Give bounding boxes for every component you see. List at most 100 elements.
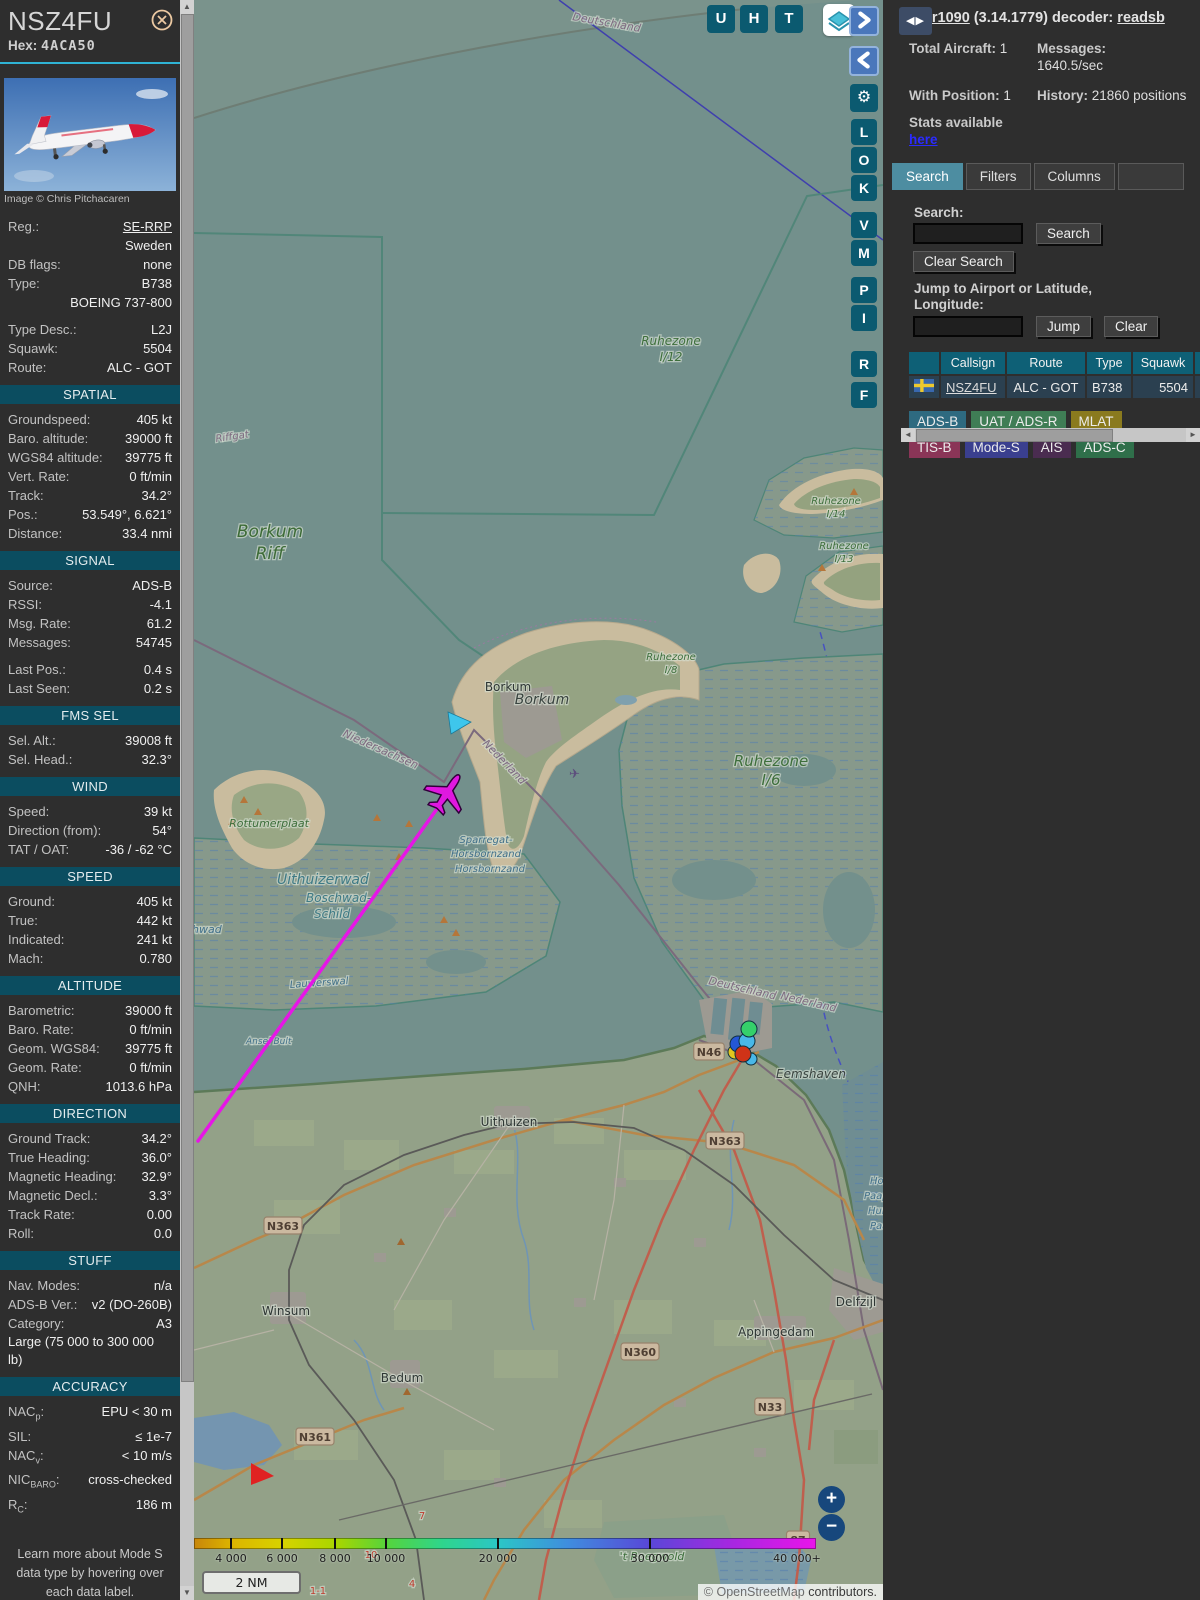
table-cell[interactable]: 5504 [1133,376,1193,398]
section-row: Last Seen: 0.2 s [0,679,180,698]
map-button-f[interactable]: F [851,382,877,408]
map-button-o[interactable]: O [851,147,877,173]
hscroll-thumb[interactable] [916,429,1113,442]
data-label: Sel. Alt.: [8,733,56,748]
table-row[interactable]: NSZ4FU ALC - GOTB738550439000 [909,376,1200,398]
section-header: SIGNAL [0,551,180,570]
stats-here-link[interactable]: here [909,132,938,147]
table-cell[interactable]: ALC - GOT [1007,376,1085,398]
section-row: Last Pos.: 0.4 s [0,660,180,679]
column-header[interactable] [909,352,939,374]
data-value: 0 ft/min [129,1060,172,1075]
column-header[interactable]: Route [1007,352,1085,374]
total-aircraft: Total Aircraft: 1 [909,41,1008,56]
map-canvas[interactable]: ✈ DeutschlandRiffgatBorkumRiffRuhezoneI/… [194,0,883,1600]
close-icon[interactable] [151,9,173,31]
data-value: 39000 ft [125,1003,172,1018]
data-label: RSSI: [8,597,42,612]
legend-altitude-label: 20 000 [478,1552,518,1565]
map-button-k[interactable]: K [851,175,877,201]
data-label: True Heading: [8,1150,90,1165]
registration-link[interactable]: SE-RRP [39,217,172,236]
section-row: Speed: 39 kt [0,802,180,821]
clear-jump-button[interactable]: Clear [1104,316,1159,337]
data-value: 53.549°, 6.621° [82,507,172,522]
map-scale: 2 NM [202,1571,301,1594]
stats-available: Stats available here [909,115,1003,147]
column-header[interactable]: Type [1087,352,1131,374]
zoom-out-button[interactable]: − [818,1514,845,1541]
map-button-p[interactable]: P [851,277,877,303]
map-button-i[interactable]: I [851,305,877,331]
map[interactable]: ✈ Deutschland Riffgat Borkum Riff Ruhezone I/… [194,0,883,1600]
scroll-left-icon[interactable]: ◄ [901,428,915,442]
search-button[interactable]: Search [1036,223,1101,244]
stats-grid: Total Aircraft: 1 Messages: 1640.5/sec Wi… [909,40,1196,104]
data-label: Track Rate: [8,1207,75,1222]
scroll-right-icon[interactable]: ► [1186,428,1200,442]
map-button-v[interactable]: V [851,212,877,238]
jump-label: Jump to Airport or Latitude, Longitude: [914,281,1092,312]
attribution-osm[interactable]: © OpenStreetMap [704,1585,805,1599]
column-header[interactable]: Callsign [941,352,1005,374]
scrollbar-thumb[interactable] [181,14,194,1382]
panel-width-toggle-icon[interactable]: ◀▶ [899,7,932,35]
column-header[interactable]: Squawk [1133,352,1193,374]
map-button-l[interactable]: L [851,119,877,145]
data-label: Baro. Rate: [8,1022,74,1037]
data-value: EPU < 30 m [101,1404,172,1419]
clear-search-button[interactable]: Clear Search [913,251,1014,272]
map-label: chwad [194,923,223,936]
info-label: DB flags: [8,257,61,272]
map-label: Boschwad- [306,891,371,905]
map-toggle-button-t[interactable]: T [775,5,803,33]
table-horizontal-scrollbar[interactable]: ◄ ► [901,428,1200,442]
table-cell[interactable]: 39000 [1195,376,1200,398]
scroll-down-icon[interactable]: ▼ [180,1586,194,1600]
readsb-link[interactable]: readsb [1117,10,1165,26]
section-header: WIND [0,777,180,796]
tab-columns[interactable]: Columns [1033,163,1115,190]
section-row: Sel. Alt.: 39008 ft [0,731,180,750]
map-label: 1-1 [310,1586,326,1597]
jump-button[interactable]: Jump [1036,316,1092,337]
data-value: v2 (DO-260B) [91,1297,172,1312]
section-header: SPATIAL [0,385,180,404]
section-header: ACCURACY [0,1377,180,1396]
sidebar-scrollbar[interactable]: ▲ ▼ [180,0,194,1600]
collapse-panel-button[interactable] [849,6,879,36]
map-toggle-button-h[interactable]: H [740,5,768,33]
zoom-in-button[interactable]: + [818,1486,845,1513]
section-row: Baro. Rate: 0 ft/min [0,1020,180,1039]
sidebar-footer-note: Learn more about Mode S data type by hov… [16,1547,164,1600]
data-label: Source: [8,578,53,593]
jump-input[interactable] [913,316,1023,337]
map-label: Paap [864,1191,883,1202]
tab-filters[interactable]: Filters [965,163,1031,190]
table-cell[interactable]: NSZ4FU [941,376,1005,398]
map-label: Bedum [381,1371,424,1385]
expand-sidebar-button[interactable] [849,46,879,76]
data-value: 39775 ft [125,450,172,465]
aircraft-photo[interactable] [4,78,176,191]
legend-tick [334,1538,336,1549]
column-header[interactable]: Alt. (ft) [1195,352,1200,374]
ais-ship-dot[interactable] [740,1020,758,1038]
search-input[interactable] [913,223,1023,244]
map-button-r[interactable]: R [851,351,877,377]
map-label: Sparregat- [459,835,513,846]
ais-ship-dot[interactable] [734,1045,752,1063]
svg-text:N360: N360 [624,1346,657,1359]
legend-tick [497,1538,499,1549]
aircraft-table[interactable]: CallsignRouteTypeSquawkAlt. (ft) NSZ4FU AL… [907,350,1200,400]
callsign-link[interactable]: NSZ4FU [946,380,997,395]
data-label: Baro. altitude: [8,431,89,446]
tab-search[interactable]: Search [892,163,963,190]
table-cell[interactable]: B738 [1087,376,1131,398]
map-button-m[interactable]: M [851,240,877,266]
legend-tick [281,1538,283,1549]
map-toggle-button-u[interactable]: U [707,5,735,33]
map-label: Uithuizen [481,1115,538,1129]
scroll-up-icon[interactable]: ▲ [180,0,194,14]
gear-icon[interactable]: ⚙ [850,84,878,112]
